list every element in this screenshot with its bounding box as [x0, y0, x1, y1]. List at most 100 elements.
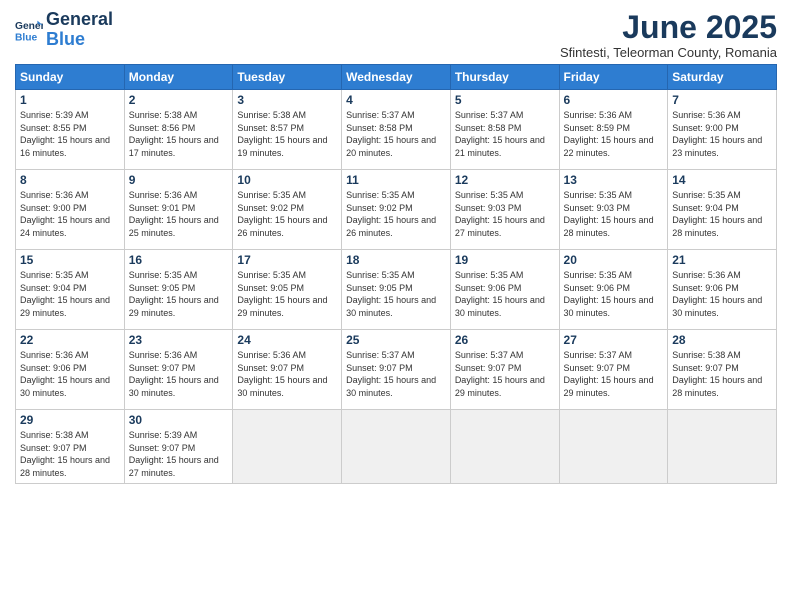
col-wednesday: Wednesday: [342, 65, 451, 90]
day-number: 14: [672, 173, 772, 187]
logo-general: General: [46, 9, 113, 29]
day-info: Sunrise: 5:36 AMSunset: 9:01 PMDaylight:…: [129, 189, 229, 239]
table-row: 10 Sunrise: 5:35 AMSunset: 9:02 PMDayligh…: [233, 170, 342, 250]
day-info: Sunrise: 5:38 AMSunset: 9:07 PMDaylight:…: [20, 429, 120, 479]
day-number: 18: [346, 253, 446, 267]
day-number: 9: [129, 173, 229, 187]
table-row: 16 Sunrise: 5:35 AMSunset: 9:05 PMDayligh…: [124, 250, 233, 330]
day-number: 2: [129, 93, 229, 107]
calendar-header-row: Sunday Monday Tuesday Wednesday Thursday…: [16, 65, 777, 90]
calendar-week-row: 8 Sunrise: 5:36 AMSunset: 9:00 PMDaylight…: [16, 170, 777, 250]
table-row: 30Sunrise: 5:39 AMSunset: 9:07 PMDayligh…: [124, 410, 233, 483]
day-info: Sunrise: 5:35 AMSunset: 9:06 PMDaylight:…: [455, 269, 555, 319]
empty-cell: [342, 410, 451, 483]
day-number: 13: [564, 173, 664, 187]
table-row: 14 Sunrise: 5:35 AMSunset: 9:04 PMDayligh…: [668, 170, 777, 250]
title-block: June 2025 Sfintesti, Teleorman County, R…: [560, 10, 777, 60]
header: General Blue General Blue June 2025 Sfin…: [15, 10, 777, 60]
table-row: 15 Sunrise: 5:35 AMSunset: 9:04 PMDayligh…: [16, 250, 125, 330]
day-number: 10: [237, 173, 337, 187]
calendar-week-row: 15 Sunrise: 5:35 AMSunset: 9:04 PMDayligh…: [16, 250, 777, 330]
day-number: 7: [672, 93, 772, 107]
day-info: Sunrise: 5:37 AMSunset: 8:58 PMDaylight:…: [455, 109, 555, 159]
day-number: 15: [20, 253, 120, 267]
col-saturday: Saturday: [668, 65, 777, 90]
empty-cell: [233, 410, 342, 483]
table-row: 26 Sunrise: 5:37 AMSunset: 9:07 PMDayligh…: [450, 330, 559, 410]
day-number: 23: [129, 333, 229, 347]
day-info: Sunrise: 5:36 AMSunset: 9:06 PMDaylight:…: [20, 349, 120, 399]
svg-text:Blue: Blue: [15, 32, 38, 43]
day-number: 6: [564, 93, 664, 107]
day-info: Sunrise: 5:37 AMSunset: 9:07 PMDaylight:…: [564, 349, 664, 399]
table-row: 29Sunrise: 5:38 AMSunset: 9:07 PMDayligh…: [16, 410, 125, 483]
table-row: 8 Sunrise: 5:36 AMSunset: 9:00 PMDaylight…: [16, 170, 125, 250]
day-number: 30: [129, 413, 229, 427]
day-info: Sunrise: 5:35 AMSunset: 9:03 PMDaylight:…: [564, 189, 664, 239]
table-row: 18 Sunrise: 5:35 AMSunset: 9:05 PMDayligh…: [342, 250, 451, 330]
logo: General Blue General Blue: [15, 10, 113, 50]
calendar-container: General Blue General Blue June 2025 Sfin…: [0, 0, 792, 494]
day-number: 24: [237, 333, 337, 347]
day-number: 17: [237, 253, 337, 267]
day-number: 12: [455, 173, 555, 187]
table-row: 25 Sunrise: 5:37 AMSunset: 9:07 PMDayligh…: [342, 330, 451, 410]
day-info: Sunrise: 5:36 AMSunset: 9:00 PMDaylight:…: [672, 109, 772, 159]
logo-icon: General Blue: [15, 16, 43, 44]
table-row: 24Sunrise: 5:36 AMSunset: 9:07 PMDayligh…: [233, 330, 342, 410]
day-info: Sunrise: 5:36 AMSunset: 9:06 PMDaylight:…: [672, 269, 772, 319]
table-row: 17 Sunrise: 5:35 AMSunset: 9:05 PMDayligh…: [233, 250, 342, 330]
day-number: 21: [672, 253, 772, 267]
day-number: 27: [564, 333, 664, 347]
day-info: Sunrise: 5:35 AMSunset: 9:02 PMDaylight:…: [237, 189, 337, 239]
table-row: 20Sunrise: 5:35 AMSunset: 9:06 PMDayligh…: [559, 250, 668, 330]
table-row: 7 Sunrise: 5:36 AMSunset: 9:00 PMDaylight…: [668, 90, 777, 170]
table-row: 2 Sunrise: 5:38 AMSunset: 8:56 PMDaylight…: [124, 90, 233, 170]
calendar-week-row: 1Sunrise: 5:39 AMSunset: 8:55 PMDaylight…: [16, 90, 777, 170]
day-info: Sunrise: 5:37 AMSunset: 9:07 PMDaylight:…: [346, 349, 446, 399]
day-number: 25: [346, 333, 446, 347]
table-row: 6 Sunrise: 5:36 AMSunset: 8:59 PMDaylight…: [559, 90, 668, 170]
col-tuesday: Tuesday: [233, 65, 342, 90]
col-thursday: Thursday: [450, 65, 559, 90]
col-friday: Friday: [559, 65, 668, 90]
day-number: 4: [346, 93, 446, 107]
empty-cell: [559, 410, 668, 483]
day-info: Sunrise: 5:35 AMSunset: 9:04 PMDaylight:…: [672, 189, 772, 239]
day-number: 3: [237, 93, 337, 107]
day-info: Sunrise: 5:37 AMSunset: 8:58 PMDaylight:…: [346, 109, 446, 159]
day-info: Sunrise: 5:38 AMSunset: 8:57 PMDaylight:…: [237, 109, 337, 159]
day-info: Sunrise: 5:38 AMSunset: 9:07 PMDaylight:…: [672, 349, 772, 399]
table-row: 9 Sunrise: 5:36 AMSunset: 9:01 PMDaylight…: [124, 170, 233, 250]
col-sunday: Sunday: [16, 65, 125, 90]
table-row: 13 Sunrise: 5:35 AMSunset: 9:03 PMDayligh…: [559, 170, 668, 250]
day-info: Sunrise: 5:35 AMSunset: 9:05 PMDaylight:…: [237, 269, 337, 319]
table-row: 23Sunrise: 5:36 AMSunset: 9:07 PMDayligh…: [124, 330, 233, 410]
day-number: 5: [455, 93, 555, 107]
table-row: 27 Sunrise: 5:37 AMSunset: 9:07 PMDayligh…: [559, 330, 668, 410]
day-info: Sunrise: 5:36 AMSunset: 8:59 PMDaylight:…: [564, 109, 664, 159]
day-number: 1: [20, 93, 120, 107]
day-info: Sunrise: 5:35 AMSunset: 9:03 PMDaylight:…: [455, 189, 555, 239]
day-info: Sunrise: 5:38 AMSunset: 8:56 PMDaylight:…: [129, 109, 229, 159]
day-number: 16: [129, 253, 229, 267]
day-info: Sunrise: 5:35 AMSunset: 9:05 PMDaylight:…: [346, 269, 446, 319]
table-row: 4 Sunrise: 5:37 AMSunset: 8:58 PMDaylight…: [342, 90, 451, 170]
calendar-week-row: 22 Sunrise: 5:36 AMSunset: 9:06 PMDayligh…: [16, 330, 777, 410]
month-title: June 2025: [560, 10, 777, 45]
table-row: 3 Sunrise: 5:38 AMSunset: 8:57 PMDaylight…: [233, 90, 342, 170]
day-number: 22: [20, 333, 120, 347]
day-info: Sunrise: 5:35 AMSunset: 9:05 PMDaylight:…: [129, 269, 229, 319]
day-number: 11: [346, 173, 446, 187]
day-info: Sunrise: 5:35 AMSunset: 9:04 PMDaylight:…: [20, 269, 120, 319]
day-number: 8: [20, 173, 120, 187]
empty-cell: [450, 410, 559, 483]
day-info: Sunrise: 5:37 AMSunset: 9:07 PMDaylight:…: [455, 349, 555, 399]
day-info: Sunrise: 5:35 AMSunset: 9:02 PMDaylight:…: [346, 189, 446, 239]
table-row: 22 Sunrise: 5:36 AMSunset: 9:06 PMDayligh…: [16, 330, 125, 410]
day-number: 19: [455, 253, 555, 267]
day-number: 20: [564, 253, 664, 267]
table-row: 11 Sunrise: 5:35 AMSunset: 9:02 PMDayligh…: [342, 170, 451, 250]
day-number: 26: [455, 333, 555, 347]
day-info: Sunrise: 5:36 AMSunset: 9:00 PMDaylight:…: [20, 189, 120, 239]
